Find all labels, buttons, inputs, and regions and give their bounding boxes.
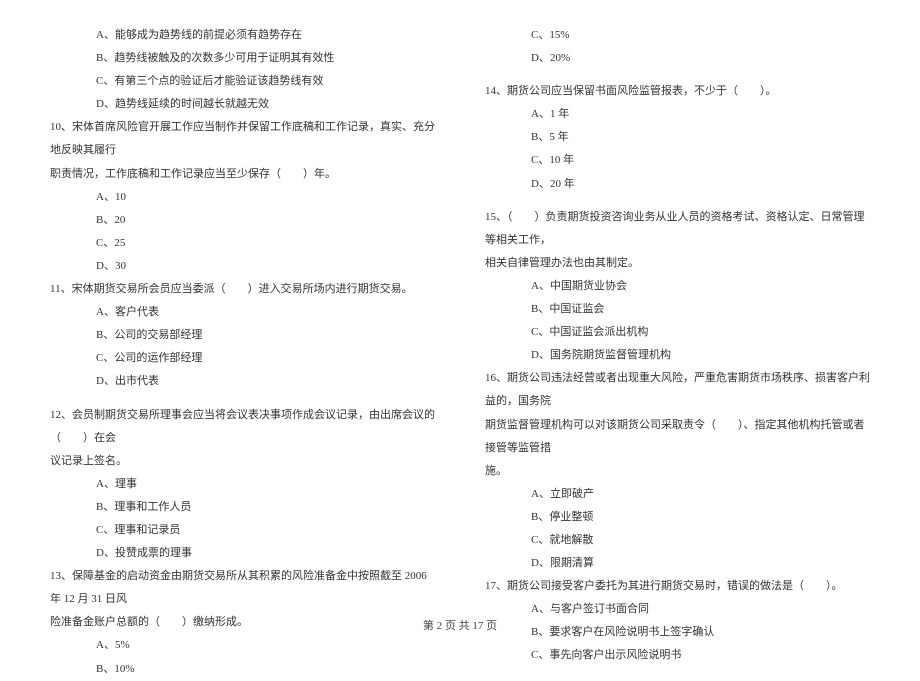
q10-stem-line1: 10、宋体首席风险官开展工作应当制作并保留工作底稿和工作记录，真实、充分地反映其…	[50, 116, 435, 162]
q14-option-b: B、5 年	[485, 126, 870, 149]
q13-option-d: D、20%	[485, 47, 870, 70]
q11-stem: 11、宋体期货交易所会员应当委派（ ）进入交易所场内进行期货交易。	[50, 278, 435, 301]
q17-stem: 17、期货公司接受客户委托为其进行期货交易时，错误的做法是（ ）。	[485, 575, 870, 598]
page-footer: 第 2 页 共 17 页	[0, 615, 920, 638]
q11-option-d: D、出市代表	[50, 370, 435, 393]
q13-option-c: C、15%	[485, 24, 870, 47]
q16-stem-line1: 16、期货公司违法经营或者出现重大风险，严重危害期货市场秩序、损害客户利益的，国…	[485, 367, 870, 413]
q12-option-d: D、投赞成票的理事	[50, 542, 435, 565]
q15-option-d: D、国务院期货监督管理机构	[485, 344, 870, 367]
q12-option-c: C、理事和记录员	[50, 519, 435, 542]
q13-stem-line1: 13、保障基金的启动资金由期货交易所从其积累的风险准备金中按照截至 2006 年…	[50, 565, 435, 611]
q14-option-a: A、1 年	[485, 103, 870, 126]
q14-stem: 14、期货公司应当保留书面风险监管报表，不少于（ ）。	[485, 80, 870, 103]
q10-option-a: A、10	[50, 186, 435, 209]
q16-option-b: B、停业整顿	[485, 506, 870, 529]
q10-option-b: B、20	[50, 209, 435, 232]
q15-option-c: C、中国证监会派出机构	[485, 321, 870, 344]
q10-option-c: C、25	[50, 232, 435, 255]
q11-option-b: B、公司的交易部经理	[50, 324, 435, 347]
q16-option-d: D、限期清算	[485, 552, 870, 575]
q11-option-a: A、客户代表	[50, 301, 435, 324]
q15-option-b: B、中国证监会	[485, 298, 870, 321]
q12-stem-line1: 12、会员制期货交易所理事会应当将会议表决事项作成会议记录，由出席会议的（ ）在…	[50, 404, 435, 450]
q15-stem-line1: 15、（ ）负责期货投资咨询业务从业人员的资格考试、资格认定、日常管理等相关工作…	[485, 206, 870, 252]
q17-option-c: C、事先向客户出示风险说明书	[485, 644, 870, 667]
q11-option-c: C、公司的运作部经理	[50, 347, 435, 370]
q9-option-a: A、能够成为趋势线的前提必须有趋势存在	[50, 24, 435, 47]
q9-option-d: D、趋势线延续的时间越长就越无效	[50, 93, 435, 116]
q15-stem-line2: 相关自律管理办法也由其制定。	[485, 252, 870, 275]
q12-stem-line2: 议记录上签名。	[50, 450, 435, 473]
q13-option-b: B、10%	[50, 658, 435, 681]
q10-option-d: D、30	[50, 255, 435, 278]
left-column: A、能够成为趋势线的前提必须有趋势存在 B、趋势线被触及的次数多少可用于证明其有…	[50, 24, 435, 681]
q16-option-a: A、立即破产	[485, 483, 870, 506]
q12-option-b: B、理事和工作人员	[50, 496, 435, 519]
q14-option-c: C、10 年	[485, 149, 870, 172]
q16-stem-line2: 期货监督管理机构可以对该期货公司采取责令（ ）、指定其他机构托管或者接管等监管措	[485, 414, 870, 460]
q14-option-d: D、20 年	[485, 173, 870, 196]
q9-option-b: B、趋势线被触及的次数多少可用于证明其有效性	[50, 47, 435, 70]
q15-option-a: A、中国期货业协会	[485, 275, 870, 298]
q16-option-c: C、就地解散	[485, 529, 870, 552]
right-column: C、15% D、20% 14、期货公司应当保留书面风险监管报表，不少于（ ）。 …	[485, 24, 870, 681]
q9-option-c: C、有第三个点的验证后才能验证该趋势线有效	[50, 70, 435, 93]
q10-stem-line2: 职责情况，工作底稿和工作记录应当至少保存（ ）年。	[50, 163, 435, 186]
q12-option-a: A、理事	[50, 473, 435, 496]
q16-stem-line3: 施。	[485, 460, 870, 483]
